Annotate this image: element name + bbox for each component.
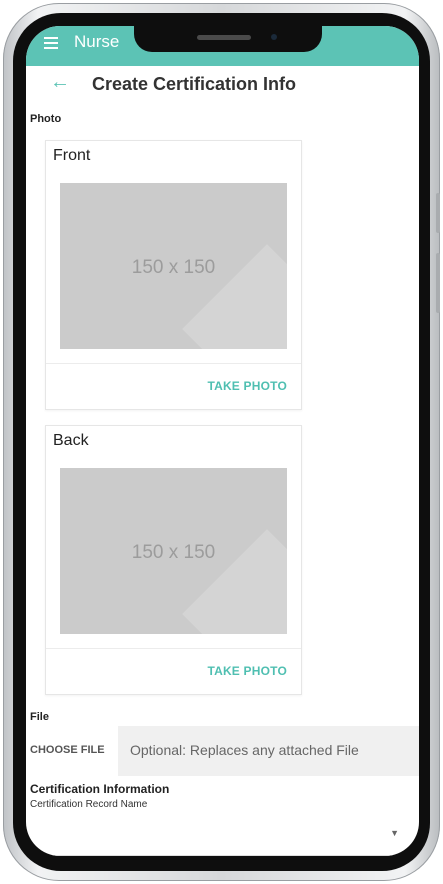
screen: Nurse ← Create Certification Info Photo … — [26, 26, 419, 856]
speaker-icon — [197, 35, 251, 40]
arrow-left-icon[interactable]: ← — [50, 72, 70, 92]
certification-heading: Certification Information — [30, 782, 170, 796]
caret-down-icon: ▼ — [390, 828, 399, 838]
certification-record-name-select[interactable]: ▼ — [26, 818, 419, 856]
placeholder-text: 150 x 150 — [131, 257, 216, 278]
power-button — [436, 253, 440, 313]
choose-file-button[interactable]: CHOOSE FILE — [30, 744, 105, 756]
volume-button — [436, 193, 440, 233]
file-picker: CHOOSE FILE Optional: Replaces any attac… — [26, 726, 419, 776]
camera-icon — [271, 34, 277, 40]
certification-record-name-label: Certification Record Name — [30, 799, 148, 810]
hamburger-menu-icon[interactable] — [44, 37, 58, 49]
page-title: Create Certification Info — [92, 74, 297, 94]
app-title: Nurse — [74, 32, 120, 51]
card-divider — [46, 648, 301, 649]
take-photo-button[interactable]: TAKE PHOTO — [207, 379, 287, 393]
phone-notch — [134, 26, 322, 52]
card-title: Front — [53, 147, 91, 164]
take-photo-button[interactable]: TAKE PHOTO — [207, 664, 287, 678]
photo-section-label: Photo — [30, 113, 62, 125]
back-photo-card: Back 150 x 150 TAKE PHOTO — [45, 425, 302, 695]
file-input[interactable]: Optional: Replaces any attached File — [118, 726, 419, 776]
card-title: Back — [53, 432, 89, 449]
file-section-label: File — [30, 711, 49, 723]
placeholder-text: 150 x 150 — [131, 542, 216, 563]
photo-placeholder: 150 x 150 — [60, 468, 287, 634]
front-photo-card: Front 150 x 150 TAKE PHOTO — [45, 140, 302, 410]
card-divider — [46, 363, 301, 364]
photo-placeholder: 150 x 150 — [60, 183, 287, 349]
